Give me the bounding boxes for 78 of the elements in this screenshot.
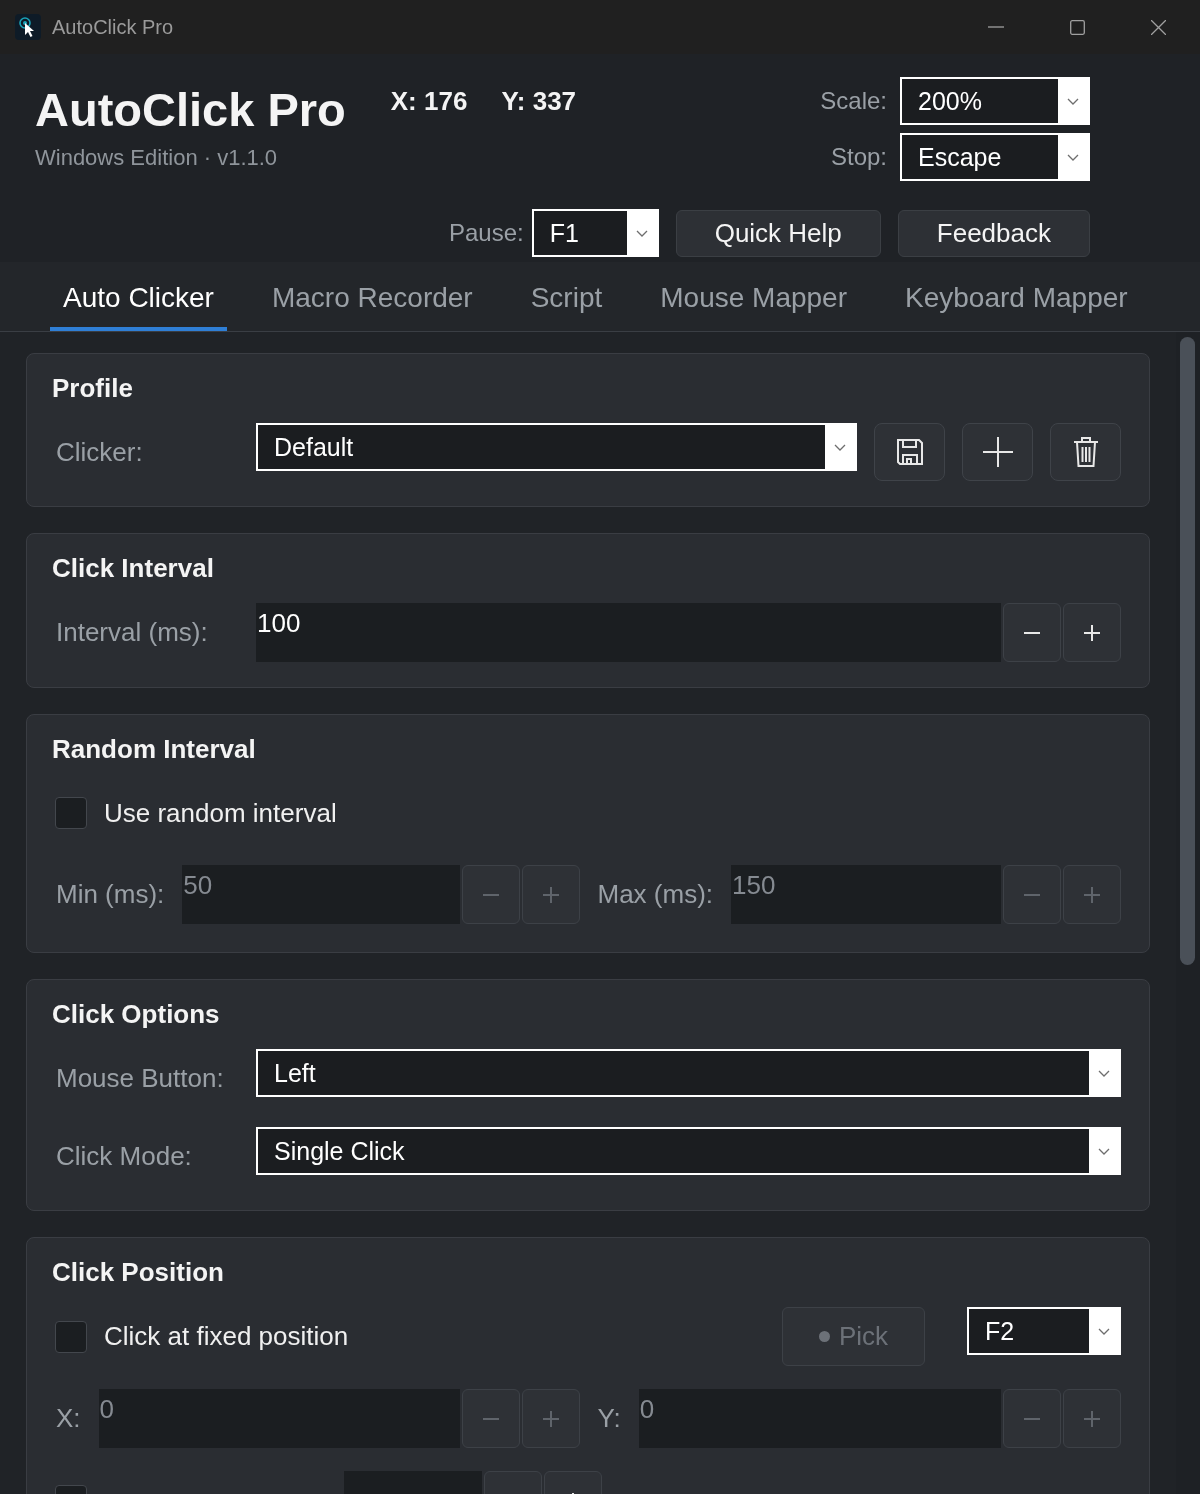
plus-icon xyxy=(1084,624,1100,641)
dropdown[interactable]: Default xyxy=(256,423,857,471)
field-label: Y: xyxy=(596,1403,621,1434)
section-title: Profile xyxy=(52,373,134,403)
scrollbar-thumb[interactable] xyxy=(1180,337,1195,965)
dropdown[interactable]: 200% xyxy=(900,77,1090,125)
increment-button[interactable] xyxy=(1063,1389,1121,1448)
checkbox-label: Click at fixed position xyxy=(104,1321,349,1352)
close-icon[interactable] xyxy=(1151,19,1166,35)
plus-icon xyxy=(1084,886,1100,903)
dropdown[interactable]: F1 xyxy=(531,209,659,257)
cursor-coordinate: Y: 337 xyxy=(501,88,577,114)
dropdown[interactable]: Escape xyxy=(900,133,1090,181)
field-label: Mouse Button: xyxy=(55,1062,225,1094)
decrement-button[interactable] xyxy=(461,865,520,924)
field-label: X: xyxy=(55,1403,81,1434)
tab[interactable]: Keyboard Mapper xyxy=(892,262,1141,331)
chevron-down-icon xyxy=(1089,1309,1119,1353)
header-button[interactable]: Feedback xyxy=(897,209,1090,257)
chevron-down-icon xyxy=(1089,1051,1119,1095)
tab[interactable]: Auto Clicker xyxy=(50,262,227,331)
header-button[interactable]: Quick Help xyxy=(675,209,881,257)
delete-button[interactable] xyxy=(1050,423,1121,481)
minimize-icon[interactable] xyxy=(988,26,1004,28)
chevron-down-icon xyxy=(1089,1129,1119,1173)
section-title: Click Position xyxy=(52,1257,225,1287)
section-title: Click Options xyxy=(52,999,221,1029)
app-subtitle: Windows Edition · v1.1.0 xyxy=(35,144,279,172)
checkbox-label: Use random interval xyxy=(104,797,337,829)
increment-button[interactable] xyxy=(521,865,580,924)
plus-icon xyxy=(1084,1410,1100,1427)
increment-button[interactable] xyxy=(521,1389,580,1448)
plus-icon xyxy=(542,1410,559,1427)
field-label: Clicker: xyxy=(55,436,144,468)
field-label: Stop: xyxy=(829,143,887,171)
field-label: Max (ms): xyxy=(596,879,714,910)
save-button[interactable] xyxy=(874,423,945,481)
decrement-button[interactable] xyxy=(1003,865,1061,924)
minus-icon xyxy=(482,893,499,896)
dropdown[interactable]: Single Click xyxy=(256,1127,1121,1175)
tab[interactable]: Mouse Mapper xyxy=(647,262,860,331)
field-label: Pause: xyxy=(448,219,524,247)
number-field[interactable]: 100 xyxy=(256,603,1001,662)
increment-button[interactable] xyxy=(1063,865,1121,924)
section-title: Click Interval xyxy=(52,553,215,583)
decrement-button[interactable] xyxy=(1003,603,1061,662)
chevron-down-icon xyxy=(1058,135,1088,179)
section-title: Random Interval xyxy=(52,734,257,764)
checkbox[interactable] xyxy=(55,1320,87,1353)
app-title: AutoClick Pro xyxy=(35,83,346,137)
plus-icon xyxy=(542,886,559,903)
tab[interactable]: Macro Recorder xyxy=(258,262,486,331)
minus-icon xyxy=(1024,1417,1040,1420)
checkbox[interactable] xyxy=(55,797,87,829)
window-title: AutoClick Pro xyxy=(52,15,174,39)
add-button[interactable] xyxy=(962,423,1033,481)
increment-button[interactable] xyxy=(1063,603,1121,662)
dropdown[interactable]: F2 xyxy=(967,1307,1121,1355)
minus-icon xyxy=(482,1417,499,1420)
field-label: Click Mode: xyxy=(55,1140,193,1172)
maximize-icon[interactable] xyxy=(1070,19,1085,35)
field-label: Interval (ms): xyxy=(55,617,209,648)
minus-icon xyxy=(1024,893,1040,896)
field-label: Scale: xyxy=(820,87,887,115)
tab[interactable]: Script xyxy=(517,262,616,331)
decrement-button[interactable] xyxy=(461,1389,520,1448)
field-label: Min (ms): xyxy=(55,879,165,910)
chevron-down-icon xyxy=(825,425,855,469)
cursor-coordinate: X: 176 xyxy=(390,88,468,114)
minus-icon xyxy=(1024,631,1040,634)
dropdown[interactable]: Left xyxy=(256,1049,1121,1097)
chevron-down-icon xyxy=(626,211,657,255)
dot-icon xyxy=(818,1331,830,1342)
decrement-button[interactable] xyxy=(1003,1389,1061,1448)
plus-icon xyxy=(982,437,1013,467)
chevron-down-icon xyxy=(1058,79,1088,123)
trash-icon xyxy=(1073,437,1098,467)
cursor-app-icon xyxy=(15,14,41,40)
